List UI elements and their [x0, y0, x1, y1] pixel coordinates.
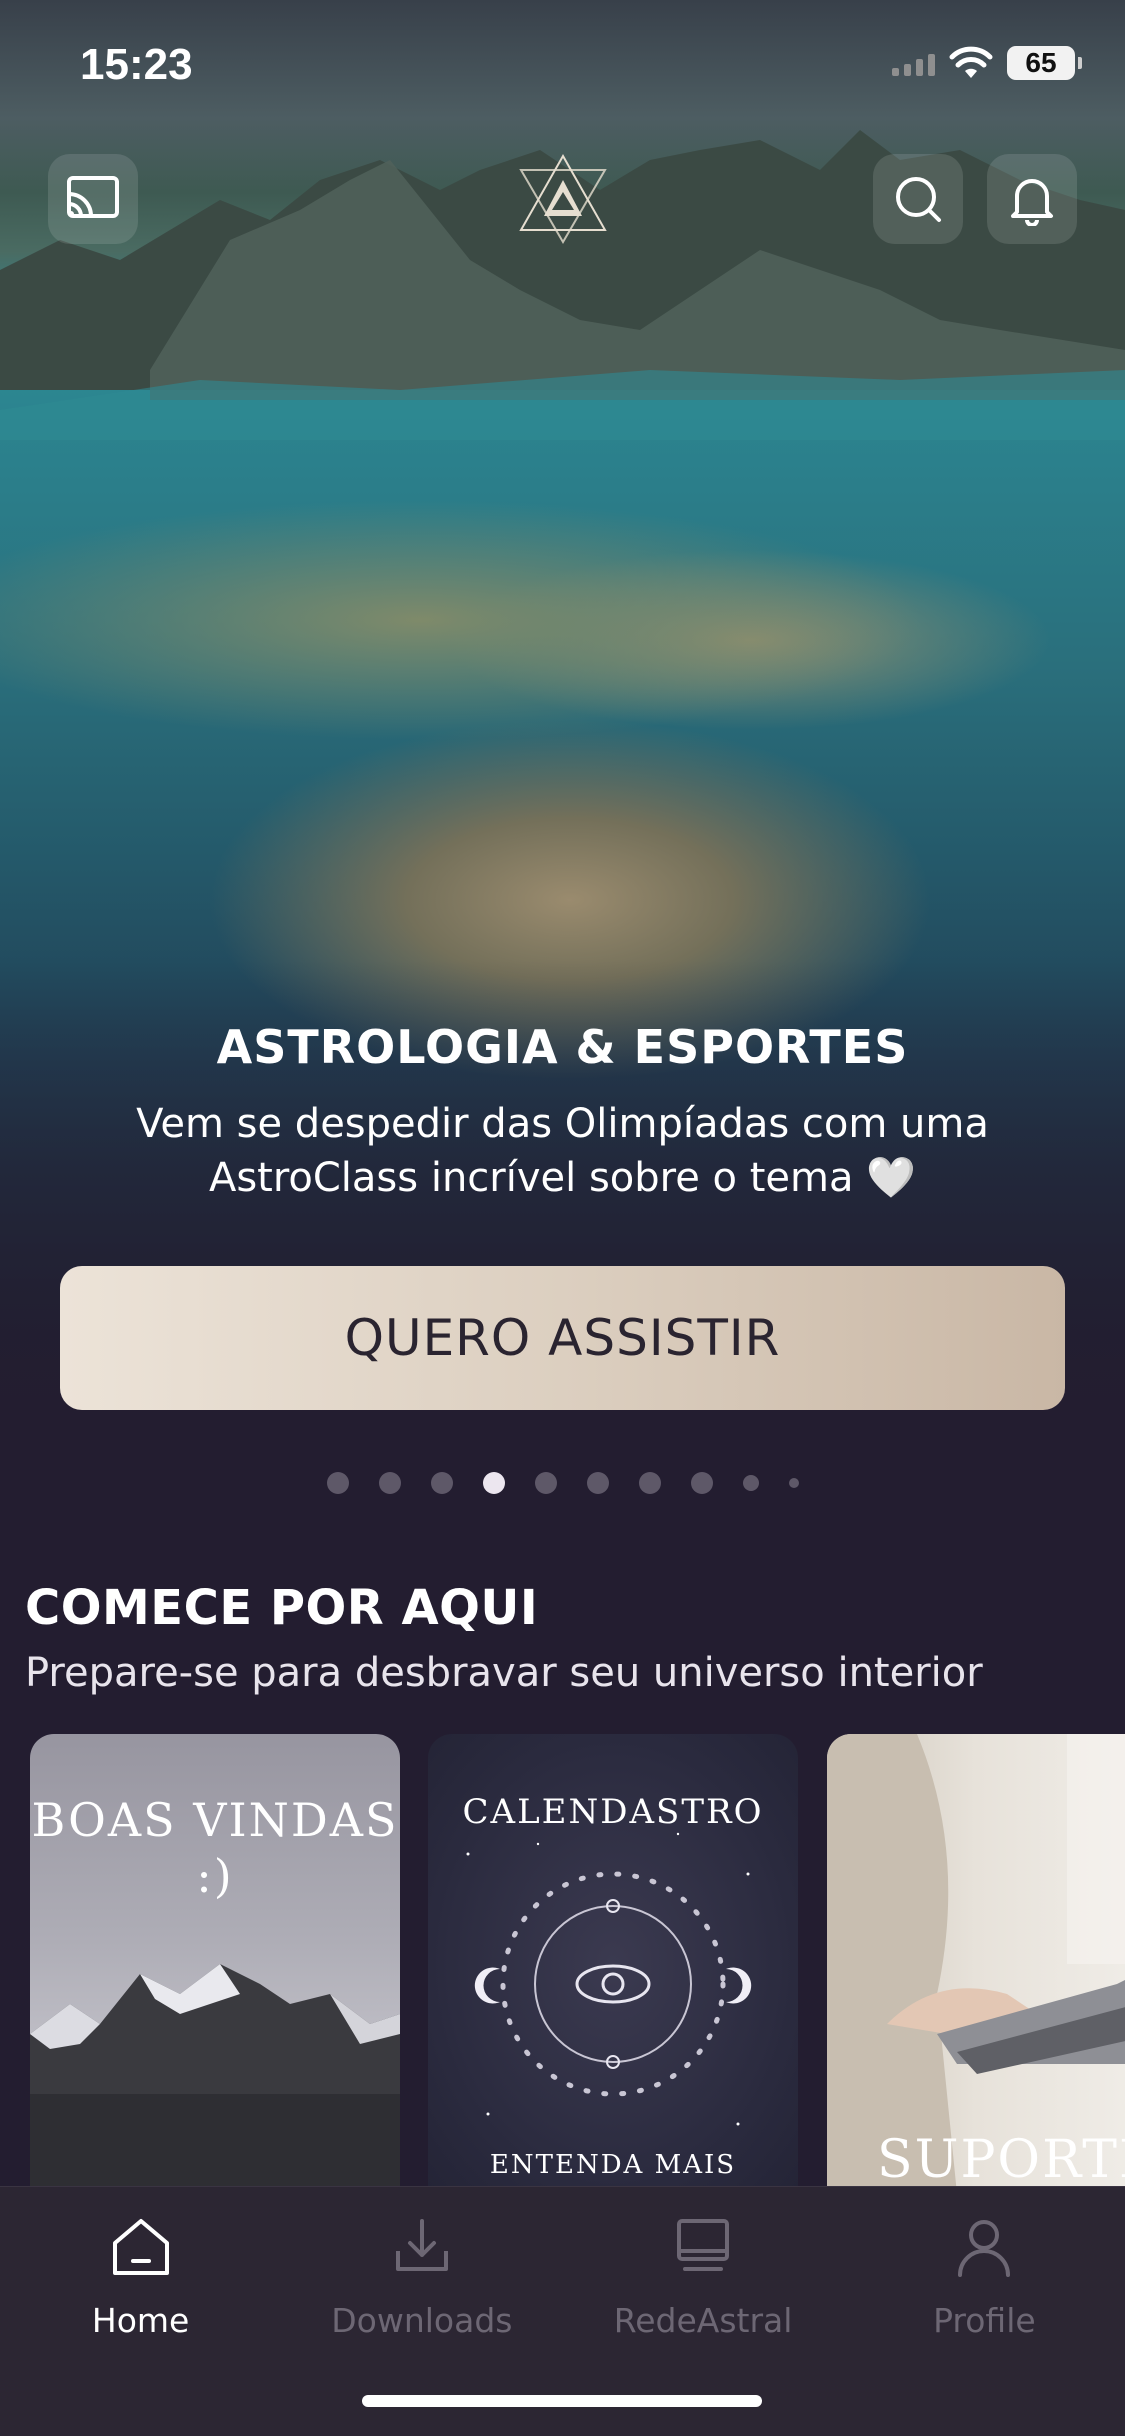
carousel-dot-active[interactable]	[482, 1472, 505, 1494]
section-title: COMECE POR AQUI	[25, 1580, 539, 1636]
tab-label: Home	[91, 2301, 190, 2340]
carousel-dot[interactable]	[430, 1472, 453, 1494]
status-icons: 65	[892, 46, 1082, 80]
carousel-dot[interactable]	[690, 1472, 713, 1494]
hero-subtitle: Vem se despedir das Olimpíadas com uma A…	[136, 1101, 989, 1201]
tab-profile[interactable]: Profile	[844, 2187, 1125, 2436]
hero-title: ASTROLOGIA & ESPORTES	[216, 1020, 909, 1074]
astro-logo[interactable]	[512, 148, 614, 250]
moon-eye-icon	[466, 1832, 752, 2126]
notifications-button[interactable]	[987, 154, 1077, 244]
home-icon	[112, 2219, 169, 2275]
person-icon	[958, 2220, 1011, 2277]
carousel-dot[interactable]	[788, 1478, 799, 1488]
calendastro-card-caption: ENTENDA MAIS	[489, 2150, 737, 2180]
tab-home[interactable]: Home	[0, 2187, 281, 2436]
cast-button[interactable]	[48, 154, 138, 244]
tab-label: RedeAstral	[613, 2301, 793, 2340]
watch-now-button[interactable]: QUERO ASSISTIR	[60, 1266, 1065, 1410]
carousel-dot[interactable]	[586, 1472, 609, 1494]
carousel-dot[interactable]	[378, 1472, 401, 1494]
search-button[interactable]	[873, 154, 963, 244]
tab-label: Downloads	[331, 2301, 513, 2340]
laptop-photo	[827, 1734, 1125, 2194]
section-subtitle: Prepare-se para desbravar seu universo i…	[25, 1650, 983, 1696]
bell-icon	[1011, 179, 1053, 226]
carousel-pagination[interactable]	[0, 1472, 1125, 1494]
wifi-icon	[949, 46, 993, 78]
tab-label: Profile	[933, 2301, 1036, 2340]
cellular-signal-icon	[892, 50, 935, 76]
calendastro-card[interactable]: CALENDASTRO ENTENDA MAIS	[428, 1734, 798, 2194]
carousel-dot[interactable]	[638, 1472, 661, 1494]
download-icon	[395, 2219, 448, 2271]
monitor-icon	[677, 2219, 730, 2271]
home-indicator[interactable]	[362, 2395, 762, 2407]
cast-icon	[67, 176, 119, 218]
carousel-dot[interactable]	[534, 1472, 557, 1494]
status-time: 15:23	[80, 40, 193, 89]
support-card-title: SUPORTE	[877, 2130, 1125, 2190]
carousel-dot[interactable]	[742, 1475, 759, 1491]
carousel-dot[interactable]	[326, 1472, 349, 1494]
battery-indicator: 65	[1007, 46, 1082, 80]
search-icon	[896, 177, 941, 222]
welcome-card[interactable]: BOAS VINDAS :)	[30, 1734, 400, 2194]
support-card[interactable]: SUPORTE	[827, 1734, 1125, 2194]
welcome-card-title: BOAS VINDAS :)	[31, 1793, 399, 1903]
